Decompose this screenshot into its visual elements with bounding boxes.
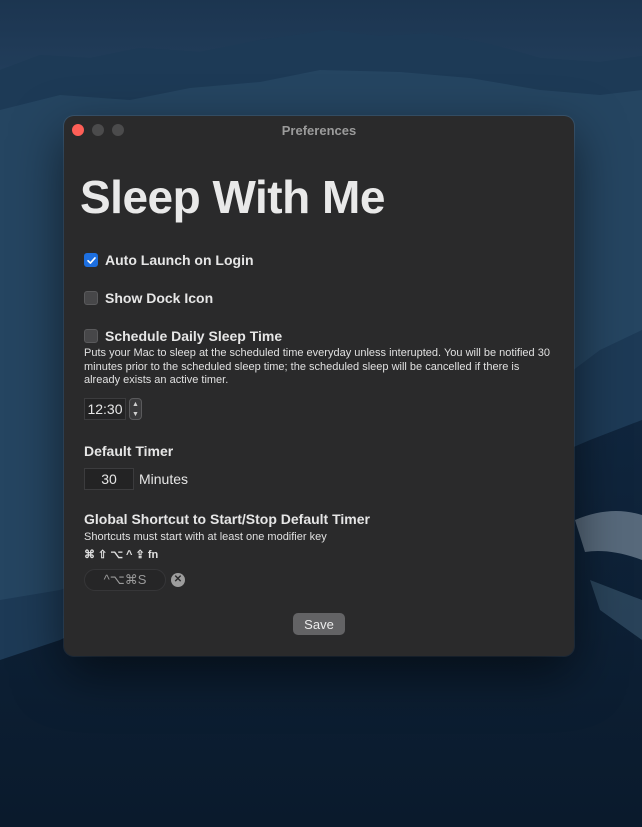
show-dock-icon-label: Show Dock Icon <box>105 290 214 306</box>
clear-x-icon: ✕ <box>173 574 183 585</box>
schedule-description: Puts your Mac to sleep at the scheduled … <box>84 347 550 386</box>
save-button[interactable]: Save <box>293 613 345 635</box>
stepper-down-icon[interactable]: ▼ <box>132 411 139 418</box>
shortcut-heading: Global Shortcut to Start/Stop Default Ti… <box>84 511 370 527</box>
shortcut-hint: Shortcuts must start with at least one m… <box>84 531 327 543</box>
preferences-window: Preferences Sleep With Me Auto Launch on… <box>64 116 574 656</box>
schedule-sleep-label: Schedule Daily Sleep Time <box>105 328 283 344</box>
checkbox-unchecked[interactable] <box>84 329 98 343</box>
stepper-up-icon[interactable]: ▲ <box>132 401 139 408</box>
checkbox-unchecked[interactable] <box>84 291 98 305</box>
default-timer-field[interactable]: 30 <box>84 468 134 490</box>
time-stepper[interactable]: ▲ ▼ <box>129 398 142 420</box>
checkbox-checked[interactable] <box>84 253 98 267</box>
checkmark-icon <box>86 256 96 264</box>
shortcut-recorder-field[interactable]: ^⌥⌘S <box>84 569 166 591</box>
auto-launch-checkbox[interactable]: Auto Launch on Login <box>84 252 254 268</box>
default-timer-heading: Default Timer <box>84 443 174 459</box>
clear-shortcut-button[interactable]: ✕ <box>171 573 185 587</box>
modifier-keys-list: ⌘ ⇧ ⌥ ^ ⇪ fn <box>84 549 159 561</box>
window-title: Preferences <box>281 123 357 138</box>
show-dock-icon-checkbox[interactable]: Show Dock Icon <box>84 290 213 306</box>
schedule-sleep-checkbox[interactable]: Schedule Daily Sleep Time <box>84 328 282 344</box>
app-title: Sleep With Me <box>80 171 385 223</box>
default-timer-unit: Minutes <box>139 471 189 487</box>
auto-launch-label: Auto Launch on Login <box>105 252 254 268</box>
sleep-time-field[interactable]: 12:30 <box>84 398 126 420</box>
title-bar[interactable]: Preferences <box>64 116 574 144</box>
